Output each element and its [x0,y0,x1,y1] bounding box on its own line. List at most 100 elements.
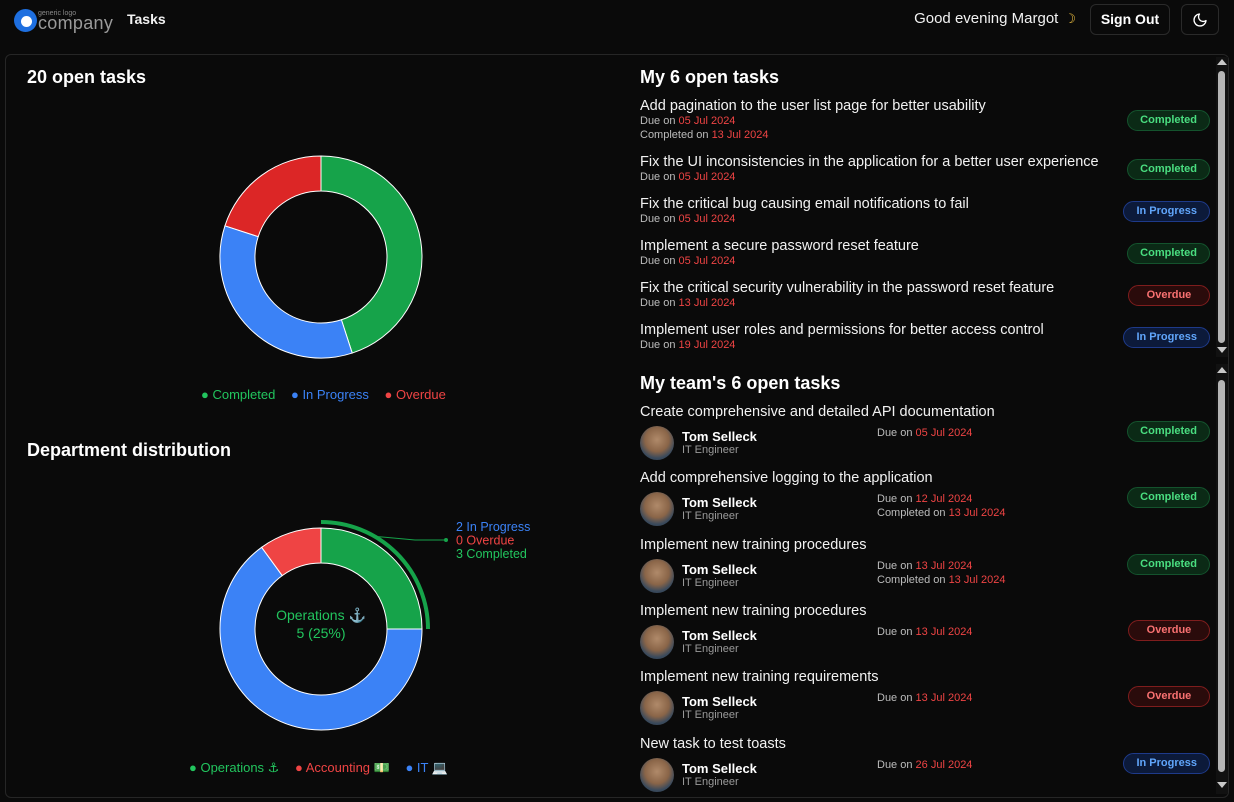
due-label: Due on [640,297,676,309]
moon-icon [1193,12,1207,27]
due-date: 13 Jul 2024 [915,692,973,704]
status-badge: Overdue [1128,620,1210,641]
sign-out-button[interactable]: Sign Out [1090,4,1170,35]
assignee: Tom Selleck IT Engineer [682,496,757,523]
team-task-item[interactable]: Implement new training procedures Tom Sel… [640,603,1210,663]
status-badge: In Progress [1123,201,1210,222]
task-due: Due on 13 Jul 2024 [877,691,972,705]
legend-accounting[interactable]: ● Accounting 💵 [295,760,396,775]
legend-in-progress-label: In Progress [302,387,369,402]
due-label: Due on [640,171,676,183]
due-date: 13 Jul 2024 [678,297,736,309]
due-date: 05 Jul 2024 [678,115,736,127]
task-title[interactable]: Implement new training procedures [640,603,1210,619]
status-badge: In Progress [1123,327,1210,348]
completed-date: 13 Jul 2024 [948,507,1006,519]
team-tasks-scrollbar[interactable] [1216,364,1228,794]
task-title[interactable]: Implement new training procedures [640,537,1210,553]
department-donut-chart: 2 In Progress0 Overdue3 Completed Operati… [219,520,530,731]
completed-label: Completed on [877,574,946,586]
legend-in-progress[interactable]: ● In Progress [291,387,375,402]
due-label: Due on [877,759,913,771]
due-date: 12 Jul 2024 [915,493,973,505]
due-label: Due on [877,560,913,572]
team-task-item[interactable]: New task to test toasts Tom Selleck IT Eng… [640,736,1210,796]
task-title[interactable]: Add pagination to the user list page for… [640,98,1210,114]
legend-overdue[interactable]: ● Overdue [385,387,452,402]
legend-it[interactable]: ● IT 💻 [405,760,454,775]
my-task-item[interactable]: Fix the UI inconsistencies in the applic… [640,154,1210,184]
task-due: Due on 05 Jul 2024 [640,170,1210,184]
due-label: Due on [640,115,676,127]
my-task-item[interactable]: Implement user roles and permissions for… [640,322,1210,352]
assignee-name: Tom Selleck [682,628,757,643]
scroll-down-arrow-icon[interactable] [1217,782,1227,788]
greeting: Good evening Margot ☽ [914,10,1076,27]
scroll-up-arrow-icon[interactable] [1217,59,1227,65]
task-title[interactable]: Fix the UI inconsistencies in the applic… [640,154,1210,170]
due-label: Due on [640,339,676,351]
assignee-name: Tom Selleck [682,694,757,709]
assignee-name: Tom Selleck [682,562,757,577]
donut-center-value: 5 (25%) [296,625,345,641]
task-completed: Completed on 13 Jul 2024 [877,573,1005,587]
my-tasks-scrollbar[interactable] [1216,57,1228,357]
my-task-item[interactable]: Fix the critical bug causing email notif… [640,196,1210,226]
due-date: 05 Jul 2024 [678,213,736,225]
task-due: Due on 05 Jul 2024 [640,254,1210,268]
logo-wordmark: company [38,13,114,33]
assignee: Tom Selleck IT Engineer [682,563,757,590]
open-tasks-title: 20 open tasks [27,67,147,87]
team-task-item[interactable]: Add comprehensive logging to the applica… [640,470,1210,530]
nav-link-tasks[interactable]: Tasks [127,11,166,27]
completed-date: 13 Jul 2024 [948,574,1006,586]
task-dates: Due on 13 Jul 2024 [877,691,972,705]
task-due: Due on 05 Jul 2024 [640,114,1210,128]
company-logo[interactable]: generic logo company [14,6,113,34]
greeting-text: Good evening Margot [914,10,1059,27]
donut-slice-overdue[interactable] [224,155,322,238]
task-due: Due on 05 Jul 2024 [877,426,972,440]
assignee: Tom Selleck IT Engineer [682,695,757,722]
completed-label: Completed on [640,129,709,141]
my-task-item[interactable]: Implement a secure password reset featur… [640,238,1210,268]
team-task-item[interactable]: Implement new training procedures Tom Sel… [640,537,1210,597]
task-title[interactable]: New task to test toasts [640,736,1210,752]
team-task-item[interactable]: Implement new training requirements Tom S… [640,669,1210,729]
legend-operations[interactable]: ● Operations ⚓ [189,760,285,775]
assignee-role: IT Engineer [682,444,739,456]
donut-slice-in-progress[interactable] [219,225,353,359]
task-title[interactable]: Implement new training requirements [640,669,1210,685]
status-badge: Overdue [1128,686,1210,707]
task-title[interactable]: Create comprehensive and detailed API do… [640,404,1210,420]
legend-completed[interactable]: ● Completed [201,387,281,402]
avatar [640,492,674,526]
theme-toggle-button[interactable] [1181,4,1219,35]
status-badge: Completed [1127,159,1210,180]
task-title[interactable]: Implement a secure password reset featur… [640,238,1210,254]
my-task-item[interactable]: Fix the critical security vulnerability … [640,280,1210,310]
assignee: Tom Selleck IT Engineer [682,430,757,457]
task-title[interactable]: Fix the critical security vulnerability … [640,280,1210,296]
task-title[interactable]: Add comprehensive logging to the applica… [640,470,1210,486]
task-due: Due on 13 Jul 2024 [877,625,972,639]
logo-mark [14,9,37,32]
team-task-item[interactable]: Create comprehensive and detailed API do… [640,404,1210,464]
status-badge: Completed [1127,487,1210,508]
avatar [640,426,674,460]
my-task-item[interactable]: Add pagination to the user list page for… [640,98,1210,142]
scroll-up-arrow-icon[interactable] [1217,367,1227,373]
top-nav: generic logo company Tasks Good evening … [0,0,1234,40]
avatar [640,691,674,725]
scroll-thumb[interactable] [1218,380,1225,772]
legend-completed-label: Completed [212,387,276,402]
task-dates: Due on 12 Jul 2024 Completed on 13 Jul 20… [877,492,1005,520]
task-dates: Due on 26 Jul 2024 [877,758,972,772]
due-date: 19 Jul 2024 [678,339,736,351]
scroll-down-arrow-icon[interactable] [1217,347,1227,353]
assignee: Tom Selleck IT Engineer [682,629,757,656]
scroll-thumb[interactable] [1218,71,1225,343]
status-badge: Completed [1127,554,1210,575]
due-date: 26 Jul 2024 [915,759,973,771]
task-due: Due on 13 Jul 2024 [877,559,1005,573]
